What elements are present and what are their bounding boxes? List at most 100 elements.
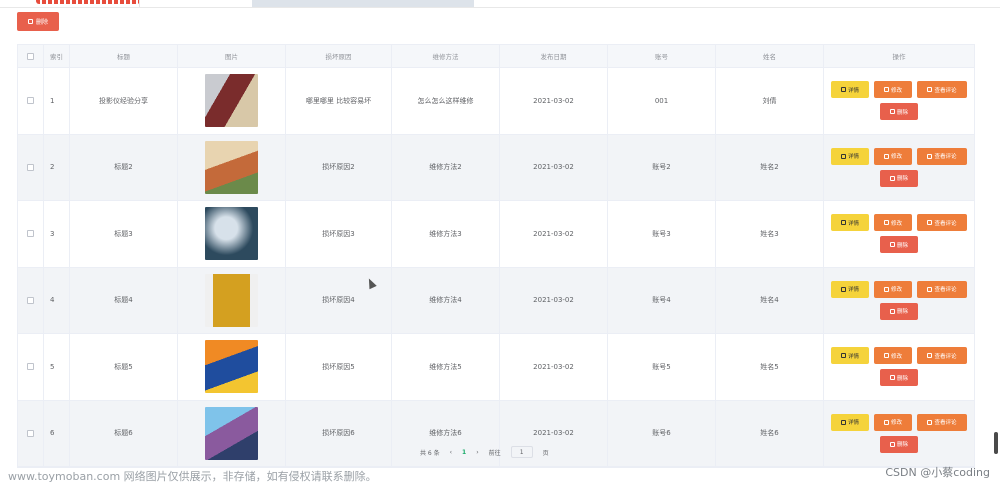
cell-index: 2 <box>44 134 70 200</box>
row-select[interactable] <box>18 68 44 134</box>
edit-button[interactable]: 修改 <box>874 280 912 298</box>
edit-label: 修改 <box>890 353 902 360</box>
review-label: 查看评论 <box>934 353 957 360</box>
detail-button[interactable]: 详情 <box>831 81 869 99</box>
cell-title: 投影仪经验分享 <box>70 68 178 134</box>
thumbnail-image <box>205 273 258 327</box>
cell-reason: 损坏原因6 <box>286 400 392 466</box>
tab-home[interactable] <box>0 0 140 7</box>
delete-button[interactable]: 删除 <box>880 302 918 320</box>
review-button[interactable]: 查看评论 <box>917 214 967 232</box>
trash-icon <box>889 375 895 381</box>
pencil-icon <box>883 353 889 359</box>
cell-image <box>178 334 286 400</box>
cell-index: 1 <box>44 68 70 134</box>
pencil-icon <box>927 87 933 93</box>
row-select[interactable] <box>18 201 44 267</box>
pager-goto-input[interactable]: 1 <box>510 446 533 458</box>
cell-index: 6 <box>44 400 70 466</box>
ops-row: 详情 修改 查看评论 <box>831 147 967 165</box>
cell-name: 姓名3 <box>716 201 824 267</box>
edit-button[interactable]: 修改 <box>874 347 912 365</box>
cell-reason: 损坏原因5 <box>286 334 392 400</box>
pager-next-button[interactable]: › <box>476 449 478 456</box>
pager-prev-button[interactable]: ‹ <box>450 449 452 456</box>
review-button[interactable]: 查看评论 <box>917 147 967 165</box>
checkbox[interactable] <box>27 52 34 60</box>
header-name: 姓名 <box>716 45 824 67</box>
document-icon <box>840 353 846 359</box>
watermark-left: www.toymoban.com 网络图片仅供展示，非存储，如有侵权请联系删除。 <box>8 470 377 483</box>
pencil-icon <box>927 220 933 226</box>
review-button[interactable]: 查看评论 <box>917 347 967 365</box>
edit-button[interactable]: 修改 <box>874 147 912 165</box>
review-button[interactable]: 查看评论 <box>917 413 967 431</box>
checkbox[interactable] <box>27 363 34 371</box>
pencil-icon <box>883 87 889 93</box>
cell-name: 姓名6 <box>716 400 824 466</box>
edit-button[interactable]: 修改 <box>874 214 912 232</box>
delete-label: 删除 <box>896 375 908 382</box>
scrollbar-thumb[interactable] <box>994 432 998 454</box>
delete-button[interactable]: 删除 <box>880 169 918 187</box>
bulk-delete-button[interactable]: 删除 <box>17 12 59 31</box>
detail-button[interactable]: 详情 <box>831 214 869 232</box>
cell-reason: 损坏原因3 <box>286 201 392 267</box>
row-select[interactable] <box>18 400 44 466</box>
delete-button[interactable]: 删除 <box>880 435 918 453</box>
header-image: 图片 <box>178 45 286 67</box>
trash-icon <box>889 242 895 248</box>
thumbnail-image <box>205 340 258 394</box>
cell-index: 3 <box>44 201 70 267</box>
detail-button[interactable]: 详情 <box>831 347 869 365</box>
row-select[interactable] <box>18 267 44 333</box>
cell-image <box>178 201 286 267</box>
data-table: 索引 标题 图片 损坏原因 维修方法 发布日期 账号 姓名 操作 1 投影仪经验分… <box>17 44 975 468</box>
delete-label: 删除 <box>896 242 908 249</box>
tab-active[interactable] <box>252 0 474 7</box>
thumbnail-image <box>205 406 258 460</box>
cell-method: 维修方法2 <box>392 134 500 200</box>
cell-ops: 详情 修改 查看评论删除 <box>824 68 974 134</box>
review-button[interactable]: 查看评论 <box>917 81 967 99</box>
checkbox[interactable] <box>27 296 34 304</box>
delete-button[interactable]: 删除 <box>880 369 918 387</box>
detail-label: 详情 <box>847 87 859 94</box>
edit-label: 修改 <box>890 420 902 427</box>
pencil-icon <box>883 220 889 226</box>
pencil-icon <box>883 419 889 425</box>
review-button[interactable]: 查看评论 <box>917 280 967 298</box>
row-select[interactable] <box>18 334 44 400</box>
detail-button[interactable]: 详情 <box>831 413 869 431</box>
document-icon <box>840 419 846 425</box>
trash-icon <box>27 19 33 24</box>
detail-label: 详情 <box>847 353 859 360</box>
pencil-icon <box>927 153 933 159</box>
delete-button[interactable]: 删除 <box>880 103 918 121</box>
detail-button[interactable]: 详情 <box>831 147 869 165</box>
pencil-icon <box>927 286 933 292</box>
cell-title: 标题6 <box>70 400 178 466</box>
edit-button[interactable]: 修改 <box>874 413 912 431</box>
review-label: 查看评论 <box>934 420 957 427</box>
review-label: 查看评论 <box>934 87 957 94</box>
delete-button[interactable]: 删除 <box>880 236 918 254</box>
checkbox[interactable] <box>27 97 34 105</box>
cell-title: 标题2 <box>70 134 178 200</box>
bulk-delete-label: 删除 <box>35 19 48 26</box>
header-select-all[interactable] <box>18 45 44 67</box>
cell-method: 维修方法4 <box>392 267 500 333</box>
cell-ops: 详情 修改 查看评论删除 <box>824 334 974 400</box>
pager-page-1[interactable]: 1 <box>462 449 466 456</box>
cell-reason: 哪里哪里 比较容易坏 <box>286 68 392 134</box>
checkbox[interactable] <box>27 163 34 171</box>
checkbox[interactable] <box>27 230 34 238</box>
cell-ops: 详情 修改 查看评论删除 <box>824 401 974 467</box>
detail-button[interactable]: 详情 <box>831 280 869 298</box>
row-select[interactable] <box>18 134 44 200</box>
checkbox[interactable] <box>27 429 34 437</box>
cell-title: 标题3 <box>70 201 178 267</box>
edit-button[interactable]: 修改 <box>874 81 912 99</box>
cell-ops: 详情 修改 查看评论删除 <box>824 135 974 201</box>
delete-label: 删除 <box>896 176 908 183</box>
